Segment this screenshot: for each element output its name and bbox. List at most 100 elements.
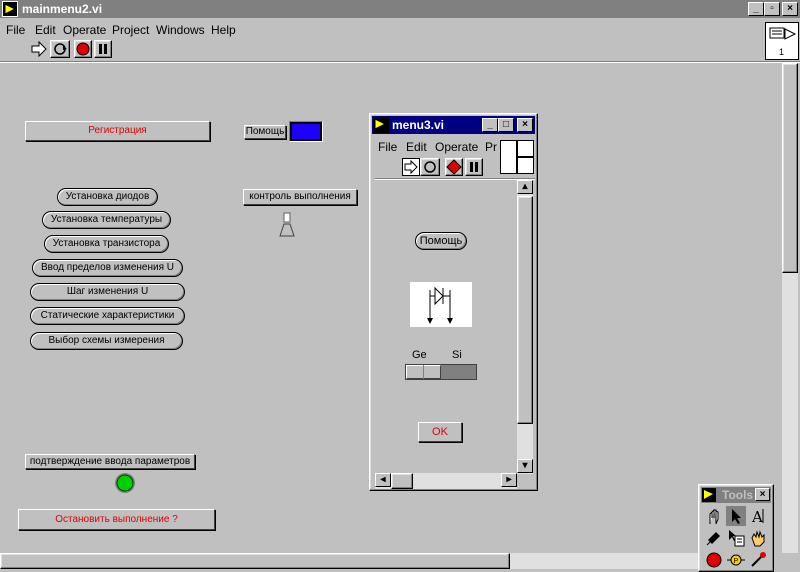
help-label-box: Помощь bbox=[244, 125, 286, 139]
menu3-vertical-scrollbar[interactable]: ▴ ▾ bbox=[517, 180, 533, 474]
execution-toggle-switch[interactable] bbox=[276, 212, 298, 238]
scroll-hand-icon[interactable] bbox=[748, 528, 768, 548]
registration-label: Регистрация bbox=[88, 125, 147, 136]
toolbar-divider bbox=[0, 61, 800, 63]
vi-icon-connector[interactable]: 1 bbox=[765, 22, 799, 60]
main-horizontal-scroll-thumb[interactable] bbox=[0, 553, 510, 569]
install-transistor-label: Установка транзистора bbox=[52, 238, 161, 249]
menu3-horizontal-scroll-thumb[interactable] bbox=[391, 473, 413, 489]
menu3-run-continuously-icon[interactable] bbox=[420, 158, 440, 176]
execution-control-label-box: контроль выполнения bbox=[243, 189, 357, 205]
menu3-scroll-right-arrow-icon[interactable]: ▸ bbox=[501, 473, 517, 487]
close-button[interactable]: × bbox=[782, 2, 798, 16]
menu3-vertical-scroll-thumb[interactable] bbox=[517, 196, 533, 424]
abort-icon[interactable] bbox=[74, 40, 92, 58]
menu-windows[interactable]: Windows bbox=[156, 23, 205, 37]
menu3-run-arrow-icon[interactable] bbox=[402, 158, 420, 176]
svg-text:P: P bbox=[734, 558, 739, 565]
probe-icon[interactable]: P bbox=[726, 550, 746, 570]
menu3-app-icon bbox=[373, 117, 389, 133]
slider-label-ge: Ge bbox=[412, 349, 427, 361]
toolbar bbox=[0, 38, 762, 60]
set-temperature-label: Установка температуры bbox=[50, 214, 163, 225]
static-characteristics-button[interactable]: Статические характеристики bbox=[30, 307, 185, 325]
menu3-horizontal-scrollbar[interactable]: ◂ ▸ bbox=[375, 473, 517, 489]
pause-icon[interactable] bbox=[94, 40, 112, 58]
help-label: Помощь bbox=[245, 126, 285, 137]
menu3-pause-icon[interactable] bbox=[465, 158, 483, 176]
tools-app-icon bbox=[702, 488, 716, 502]
tools-palette: Tools × A P bbox=[698, 484, 774, 572]
menu3-help-button[interactable]: Помощь bbox=[415, 232, 467, 250]
menu3-abort-icon[interactable] bbox=[445, 158, 463, 176]
run-arrow-icon[interactable] bbox=[30, 40, 48, 58]
run-continuously-icon[interactable] bbox=[50, 40, 70, 58]
maximize-button[interactable]: ▫ bbox=[764, 2, 780, 16]
menu3-minimize-button[interactable]: _ bbox=[482, 118, 498, 132]
breakpoint-icon[interactable] bbox=[704, 550, 724, 570]
measurement-scheme-button[interactable]: Выбор схемы измерения bbox=[30, 332, 183, 350]
install-diodes-label: Установка диодов bbox=[65, 191, 150, 202]
menu3-scroll-down-arrow-icon[interactable]: ▾ bbox=[517, 459, 533, 473]
menu3-ok-label: OK bbox=[432, 426, 448, 438]
connector-number: 1 bbox=[779, 47, 785, 57]
menu3-close-button[interactable]: × bbox=[517, 118, 533, 132]
main-title-bar: mainmenu2.vi _ ▫ × bbox=[0, 0, 800, 18]
execution-control-label: контроль выполнения bbox=[249, 191, 351, 202]
voltage-step-button[interactable]: Шаг изменения U bbox=[30, 283, 185, 301]
labview-app-icon bbox=[2, 1, 18, 17]
stop-execution-button[interactable]: Остановить выполнение ? bbox=[18, 509, 215, 530]
menu3-toolbar-divider bbox=[375, 178, 535, 180]
menu3-help-label: Помощь bbox=[419, 235, 463, 247]
main-horizontal-scrollbar[interactable] bbox=[0, 553, 698, 569]
menu-file[interactable]: File bbox=[6, 23, 25, 37]
menu3-title: menu3.vi bbox=[392, 118, 445, 132]
menu3-title-bar: menu3.vi _ □ × bbox=[372, 116, 535, 134]
confirm-led-indicator bbox=[114, 472, 136, 494]
voltage-limits-button[interactable]: Ввод пределов изменения U bbox=[32, 259, 183, 277]
tools-title: Tools bbox=[722, 488, 754, 502]
menu3-menu-project[interactable]: Pro bbox=[485, 140, 497, 154]
text-tool-icon[interactable]: A bbox=[748, 506, 768, 526]
set-temperature-button[interactable]: Установка температуры bbox=[42, 211, 171, 229]
material-slider[interactable] bbox=[405, 364, 477, 380]
menu3-maximize-button[interactable]: □ bbox=[498, 118, 514, 132]
install-transistor-button[interactable]: Установка транзистора bbox=[44, 235, 169, 253]
tools-close-button[interactable]: × bbox=[755, 488, 770, 501]
menu3-ok-button[interactable]: OK bbox=[418, 422, 462, 442]
menu-bar: File Edit Operate Project Windows Help bbox=[0, 20, 760, 38]
confirm-params-label: подтверждение ввода параметров bbox=[29, 456, 191, 467]
diode-circuit-diagram bbox=[410, 282, 472, 327]
menu-project[interactable]: Project bbox=[112, 23, 149, 37]
install-diodes-button[interactable]: Установка диодов bbox=[57, 188, 158, 206]
shortcut-menu-icon[interactable] bbox=[726, 528, 746, 548]
stop-execution-label: Остановить выполнение ? bbox=[55, 514, 178, 525]
material-slider-thumb-grip bbox=[423, 365, 424, 379]
wiring-spool-icon[interactable] bbox=[704, 528, 724, 548]
menu-help[interactable]: Help bbox=[211, 23, 236, 37]
minimize-button[interactable]: _ bbox=[748, 2, 764, 16]
menu3-menu-file[interactable]: File bbox=[378, 140, 397, 154]
labview-desktop: mainmenu2.vi _ ▫ × File Edit Operate Pro… bbox=[0, 0, 800, 572]
menu3-scroll-up-arrow-icon[interactable]: ▴ bbox=[517, 180, 533, 194]
menu3-scroll-left-arrow-icon[interactable]: ◂ bbox=[375, 473, 391, 487]
main-vertical-scroll-thumb[interactable] bbox=[782, 63, 798, 273]
position-arrow-icon[interactable] bbox=[726, 506, 746, 526]
measurement-scheme-label: Выбор схемы измерения bbox=[48, 335, 165, 346]
color-dropper-icon[interactable] bbox=[748, 550, 768, 570]
menu3-menu-edit[interactable]: Edit bbox=[406, 140, 427, 154]
menu3-window: menu3.vi _ □ × File Edit Operate Pro По bbox=[369, 113, 538, 491]
menu-edit[interactable]: Edit bbox=[35, 23, 56, 37]
confirm-params-label-box: подтверждение ввода параметров bbox=[25, 454, 195, 469]
main-vertical-scrollbar[interactable] bbox=[782, 63, 798, 553]
tools-title-bar: Tools × bbox=[701, 487, 771, 503]
static-characteristics-label: Статические характеристики bbox=[40, 310, 175, 321]
registration-button[interactable]: Регистрация bbox=[25, 121, 210, 141]
voltage-limits-label: Ввод пределов изменения U bbox=[40, 262, 175, 273]
menu3-menu-operate[interactable]: Operate bbox=[435, 140, 478, 154]
menu-operate[interactable]: Operate bbox=[63, 23, 106, 37]
slider-label-si: Si bbox=[452, 349, 462, 361]
menu3-connector-pane[interactable] bbox=[500, 140, 534, 174]
operate-hand-icon[interactable] bbox=[704, 506, 724, 526]
window-title: mainmenu2.vi bbox=[22, 2, 103, 16]
